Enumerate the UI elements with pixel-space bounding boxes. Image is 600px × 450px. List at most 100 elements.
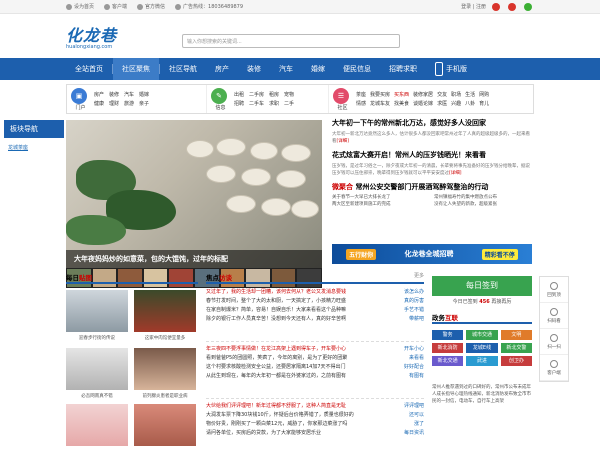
- daily-photo[interactable]: [66, 404, 128, 446]
- cat-link[interactable]: 交友: [437, 91, 447, 98]
- cat-link[interactable]: 八卦: [465, 100, 475, 107]
- list-item[interactable]: 又过年了，我的生活却一团糟，该何去何从？老公又发消息要钱 该怎么办: [206, 288, 424, 297]
- list-item[interactable]: 在家自制爆米？简单，容易！自娱自乐！大家来看看这个品种嘛 手艺不错: [206, 306, 424, 315]
- daily-photo[interactable]: [134, 404, 196, 446]
- list-item[interactable]: 物价好贵，刚刚买了一颗白菜12元，威胁了，你家那边菜涨了吗 涨了: [206, 420, 424, 429]
- news-sub-link[interactable]: 两大区至新建项目施工的完成: [332, 201, 430, 208]
- list-item[interactable]: 除夕的银行工作人员真辛苦！没想到今天还有人，真的好辛苦啊 带薪吧: [206, 315, 424, 324]
- cat-link[interactable]: 出租: [234, 91, 244, 98]
- cat-link[interactable]: 情感: [356, 100, 366, 107]
- cat-link[interactable]: 网购: [479, 91, 489, 98]
- news-headline[interactable]: 微聚合 常州公安交警部门开展酒驾醉驾整治的行动: [332, 182, 532, 192]
- cat-link[interactable]: 我要买房: [370, 91, 390, 98]
- wechat-share-icon[interactable]: [524, 2, 532, 11]
- cat-link[interactable]: 职场: [451, 91, 461, 98]
- photo-caption[interactable]: 迎春步行街的传说: [66, 335, 128, 341]
- qq-icon[interactable]: [508, 2, 516, 11]
- set-home-link[interactable]: 设为首页: [66, 3, 94, 10]
- gov-link[interactable]: 武进: [466, 356, 498, 366]
- search-input[interactable]: 输入你想搜索的关键词...: [182, 34, 400, 48]
- list-item[interactable]: 看到爸爸P5的团圆照，笑疯了，今年的离别，是为了更好的团聚 来看看: [206, 354, 424, 363]
- cat-link[interactable]: 婚嫁: [139, 91, 149, 98]
- daily-photo[interactable]: [134, 290, 196, 332]
- news-sub-link[interactable]: 没有让人失望的新款，超级紧张: [434, 201, 532, 208]
- gov-link[interactable]: 新北交通: [432, 356, 464, 366]
- nav-mobile[interactable]: 手机版: [426, 58, 476, 80]
- gov-link[interactable]: 新北消防: [432, 343, 464, 353]
- cat-link[interactable]: 旅游: [124, 100, 134, 107]
- cat-link[interactable]: 兴趣: [451, 100, 461, 107]
- client-download-button[interactable]: 客户端: [540, 355, 568, 381]
- nav-home[interactable]: 全站首页: [66, 58, 112, 80]
- client-link[interactable]: 客户端: [104, 3, 127, 10]
- cat-link[interactable]: 求医: [437, 100, 447, 107]
- cat-link[interactable]: 租房: [269, 91, 279, 98]
- gov-link[interactable]: 新北交警: [500, 343, 532, 353]
- nav-wedding[interactable]: 婚嫁: [302, 58, 334, 80]
- list-item[interactable]: 这个村要求核酸检测安全公益，还要居家隔离14加7天不得出门 好好配合: [206, 363, 424, 372]
- cat-link[interactable]: 装修家居: [413, 91, 433, 98]
- news-headline[interactable]: 大年初一下午的常州新北万达，感觉好多人没回家: [332, 118, 532, 128]
- gov-link[interactable]: 城市交通: [466, 330, 498, 340]
- detail-link[interactable]: [详细]: [449, 171, 462, 176]
- list-item[interactable]: 年三夜四不要浮事情做！在龙江高架上遇到得车子，开车要小心 开车小心: [206, 345, 424, 354]
- daily-photo[interactable]: [66, 290, 128, 332]
- cat-link[interactable]: 汽车: [124, 91, 134, 98]
- list-item[interactable]: 大润发车票下降30块钱10斤，怀疑后台价格弄错了，质量也很好的 还可以: [206, 411, 424, 420]
- list-item[interactable]: 从此生到现在，每年的大年初一都是在外婆家过的，之前有图有 有图有: [206, 372, 424, 381]
- cat-link[interactable]: 招聘: [234, 100, 244, 107]
- cat-link[interactable]: 理财: [109, 100, 119, 107]
- daily-photo[interactable]: [134, 348, 196, 390]
- cat-link[interactable]: 谈婚论嫁: [413, 100, 433, 107]
- daily-signin-button[interactable]: 每日签到: [432, 276, 532, 296]
- cat-link[interactable]: 健康: [94, 100, 104, 107]
- cat-link[interactable]: 二手房: [249, 91, 264, 98]
- cat-link[interactable]: 装修: [109, 91, 119, 98]
- cat-link[interactable]: 房产: [94, 91, 104, 98]
- detail-link[interactable]: [详细]: [337, 139, 350, 144]
- photo-caption[interactable]: 前列腺炎患者是职业病: [134, 393, 196, 399]
- news-sub-link[interactable]: 常州镇福寿竹的集中燃放点公布: [434, 194, 532, 201]
- board-nav-link[interactable]: 龙城茶座: [4, 138, 64, 157]
- gov-link[interactable]: 龙城E线: [466, 343, 498, 353]
- list-item[interactable]: 请问各单位，买房后的贷款，为了大家能够安居乐业 每日资讯: [206, 429, 424, 438]
- cat-link[interactable]: 买东西: [394, 91, 409, 98]
- cat-link[interactable]: 二手: [284, 100, 294, 107]
- photo-caption[interactable]: 必吾网南真不错: [66, 393, 128, 399]
- scan-button[interactable]: 扫一扫: [540, 329, 568, 355]
- daily-photo[interactable]: [66, 348, 128, 390]
- nav-info[interactable]: 便民信息: [334, 58, 380, 80]
- back-to-top-button[interactable]: 回到顶: [540, 277, 568, 303]
- nav-community[interactable]: 社区导航: [160, 58, 206, 80]
- feature-image[interactable]: 大年夜妈妈炒的如意菜，包的大馄饨，过年的标配: [66, 120, 322, 268]
- more-link[interactable]: 更多: [414, 272, 424, 279]
- photo-caption[interactable]: 这家中肉馆便宜量多: [134, 335, 196, 341]
- login-link[interactable]: 登录 | 注册: [461, 3, 486, 10]
- nav-jobs[interactable]: 招聘求职: [380, 58, 426, 80]
- cat-link[interactable]: 求职: [269, 100, 279, 107]
- cat-link[interactable]: 二手车: [249, 100, 264, 107]
- weibo-icon[interactable]: [492, 2, 500, 11]
- nav-house[interactable]: 房产: [206, 58, 238, 80]
- cat-link[interactable]: 找美食: [394, 100, 409, 107]
- scan-view-button[interactable]: 扫码看: [540, 303, 568, 329]
- nav-focus[interactable]: 社区聚焦: [113, 58, 159, 80]
- cat-link[interactable]: 龙城车友: [370, 100, 390, 107]
- promo-banner[interactable]: 五行财你 化龙巷全城招聘 精彩看不停: [332, 244, 532, 264]
- nav-decor[interactable]: 装修: [238, 58, 270, 80]
- logo[interactable]: 化龙巷 hualongxiang.com: [66, 22, 134, 52]
- gov-link[interactable]: 文明: [500, 330, 532, 340]
- cat-link[interactable]: 生活: [465, 91, 475, 98]
- gov-link[interactable]: 创卫办: [500, 356, 532, 366]
- list-item[interactable]: 春节打发时间，整个了大的太和厨，一天搞定了，小孩精力旺盛 真的厉害: [206, 297, 424, 306]
- gov-link[interactable]: 警务: [432, 330, 464, 340]
- nav-car[interactable]: 汽车: [270, 58, 302, 80]
- list-item[interactable]: 大伙给我们评评理吧！新年过得都不舒服了，这种人简直是无耻 评评理吧: [206, 402, 424, 411]
- cat-link[interactable]: 亲子: [139, 100, 149, 107]
- cat-link[interactable]: 茶座: [356, 91, 366, 98]
- news-headline[interactable]: 花式炫富大赛开启！常州人的压岁钱晒光！来看看: [332, 150, 532, 160]
- wechat-link[interactable]: 官方微信: [137, 3, 165, 10]
- cat-link[interactable]: 宠物: [284, 91, 294, 98]
- news-sub-link[interactable]: 关于春节一大早已大排长龙了: [332, 194, 430, 201]
- cat-link[interactable]: 育儿: [479, 100, 489, 107]
